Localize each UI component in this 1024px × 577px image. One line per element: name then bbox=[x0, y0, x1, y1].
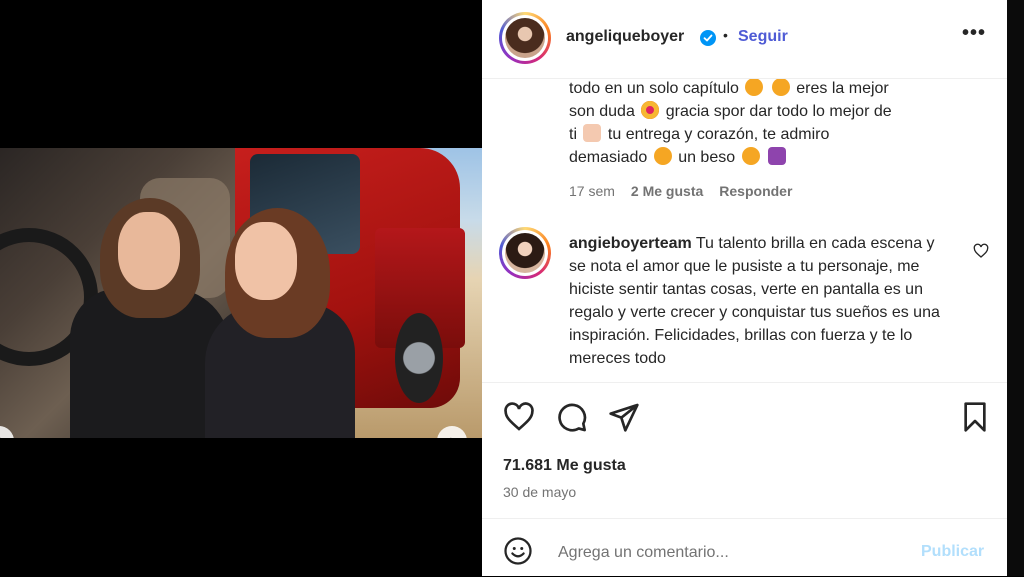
comment-time: 17 sem bbox=[569, 183, 615, 199]
post-details-panel: angeliqueboyer • Seguir ••• todo en un s… bbox=[482, 0, 1007, 576]
crying-face-emoji-icon bbox=[745, 79, 764, 96]
purple-heart-emoji-icon bbox=[768, 147, 787, 165]
author-avatar[interactable] bbox=[499, 12, 551, 64]
post-date: 30 de mayo bbox=[503, 484, 577, 500]
comment-composer: Publicar bbox=[482, 518, 1007, 577]
like-comment-heart-icon[interactable] bbox=[973, 243, 989, 259]
comment-item: todo en un solo capítulo eres la mejor s… bbox=[569, 79, 949, 169]
reply-button[interactable]: Responder bbox=[719, 183, 792, 199]
follow-button[interactable]: Seguir bbox=[738, 28, 788, 46]
post-photo[interactable]: ‹ › bbox=[0, 148, 482, 438]
pleading-face-emoji-icon bbox=[653, 147, 672, 165]
separator-bullet: • bbox=[723, 27, 728, 43]
share-paper-plane-icon[interactable] bbox=[608, 401, 640, 433]
post-like-count[interactable]: 71.681 Me gusta bbox=[503, 457, 626, 475]
comments-list[interactable]: todo en un solo capítulo eres la mejor s… bbox=[482, 79, 1007, 381]
person-right-image bbox=[205, 208, 365, 438]
comment-line: ti tu entrega y corazón, te admiro bbox=[569, 124, 830, 143]
comment-line: todo en un solo capítulo eres la mejor bbox=[569, 79, 889, 97]
kissing-face-emoji-icon bbox=[741, 147, 760, 165]
more-options-icon[interactable]: ••• bbox=[962, 22, 986, 45]
comment-item: angieboyerteam Tu talento brilla en cada… bbox=[569, 232, 954, 370]
like-heart-icon[interactable] bbox=[503, 401, 535, 433]
post-media-area: ‹ › bbox=[0, 0, 482, 576]
comment-input[interactable] bbox=[556, 540, 900, 566]
heart-hands-emoji-icon bbox=[583, 124, 602, 142]
verified-badge-icon bbox=[700, 30, 716, 46]
comment-line: demasiado un beso bbox=[569, 146, 949, 169]
author-username[interactable]: angeliqueboyer bbox=[566, 28, 684, 46]
comment-text: Tu talento brilla en cada escena y se no… bbox=[569, 235, 940, 367]
post-header: angeliqueboyer • Seguir ••• bbox=[482, 0, 1007, 79]
comment-bubble-icon[interactable] bbox=[556, 401, 588, 433]
crying-face-emoji-icon bbox=[771, 79, 790, 96]
carousel-next-button[interactable]: › bbox=[437, 426, 467, 438]
comment-line: son duda gracia spor dar todo lo mejor d… bbox=[569, 101, 892, 120]
publish-button[interactable]: Publicar bbox=[921, 543, 984, 561]
heart-eyes-emoji-icon bbox=[641, 101, 660, 119]
comment-likes[interactable]: 2 Me gusta bbox=[631, 183, 703, 199]
comment-meta: 17 sem 2 Me gusta Responder bbox=[569, 183, 792, 199]
save-bookmark-icon[interactable] bbox=[959, 401, 991, 433]
commenter-username[interactable]: angieboyerteam bbox=[569, 235, 692, 252]
commenter-avatar[interactable] bbox=[499, 227, 551, 279]
background-edge bbox=[1007, 0, 1024, 576]
truck-wheel-image bbox=[395, 313, 443, 403]
emoji-picker-icon[interactable] bbox=[503, 536, 533, 566]
post-actions: 71.681 Me gusta 30 de mayo bbox=[482, 382, 1007, 523]
